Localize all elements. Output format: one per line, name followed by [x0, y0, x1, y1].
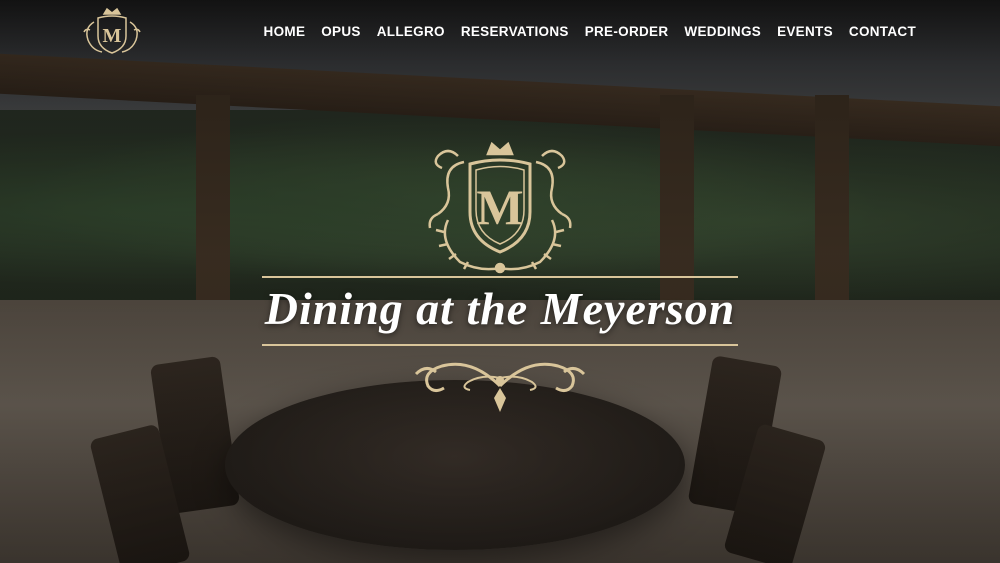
nav-opus[interactable]: OPUS [321, 24, 360, 39]
title-divider-bottom [262, 344, 738, 346]
nav-allegro[interactable]: ALLEGRO [377, 24, 445, 39]
site-header: M HOME OPUS ALLEGRO RESERVATIONS PRE-ORD… [0, 0, 1000, 64]
nav-weddings[interactable]: WEDDINGS [684, 24, 761, 39]
svg-text:M: M [476, 179, 523, 235]
crest-crown-icon: M [83, 7, 141, 54]
nav-contact[interactable]: CONTACT [849, 24, 916, 39]
main-nav: HOME OPUS ALLEGRO RESERVATIONS PRE-ORDER… [264, 24, 916, 39]
nav-pre-order[interactable]: PRE-ORDER [585, 24, 669, 39]
nav-reservations[interactable]: RESERVATIONS [461, 24, 569, 39]
title-divider-top [262, 276, 738, 278]
nav-home[interactable]: HOME [264, 24, 306, 39]
hero-title: Dining at the Meyerson [264, 283, 736, 334]
ornament-flourish-icon [414, 362, 586, 412]
svg-text:M: M [103, 25, 122, 47]
site-logo[interactable]: M [78, 6, 146, 58]
nav-events[interactable]: EVENTS [777, 24, 833, 39]
crest-crown-icon: M [428, 141, 572, 274]
